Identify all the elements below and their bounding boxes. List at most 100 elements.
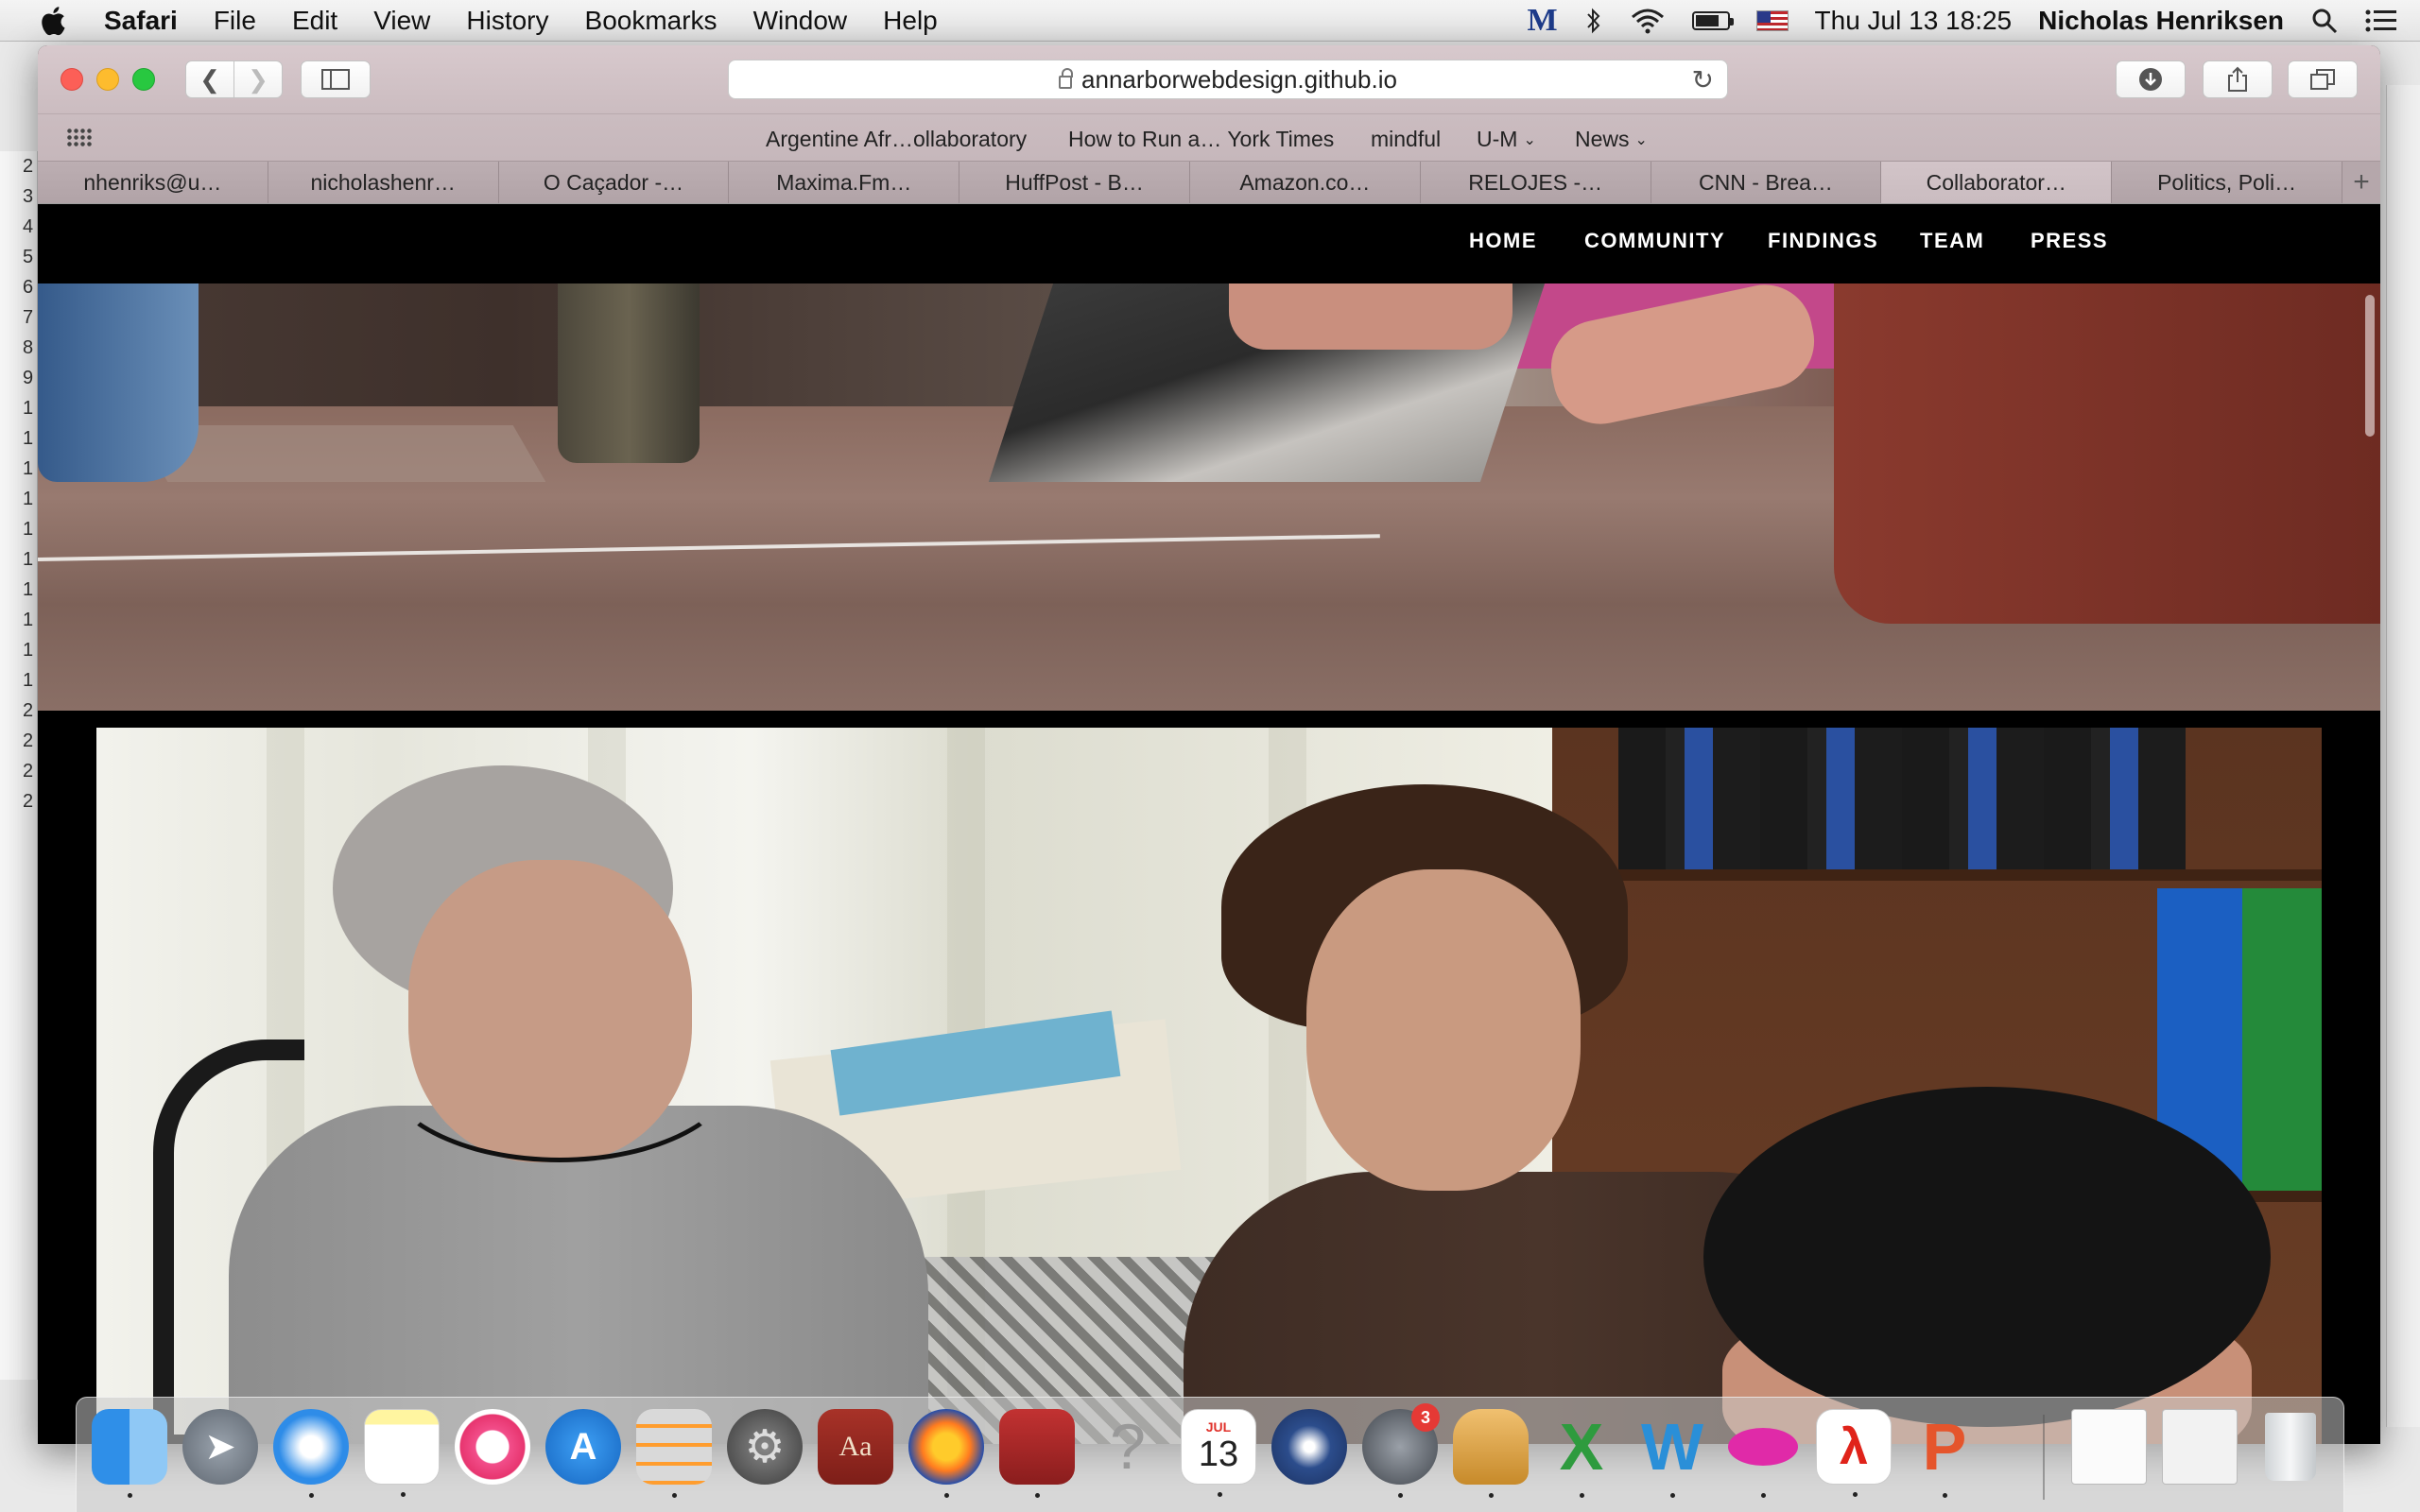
nav-link-findings[interactable]: FINDINGS <box>1768 229 1878 253</box>
powerpoint-icon[interactable]: P <box>1907 1409 1982 1498</box>
nav-link-team[interactable]: TEAM <box>1920 229 1984 253</box>
share-button[interactable] <box>2203 60 2273 98</box>
michigan-m-icon[interactable]: M <box>1527 3 1557 39</box>
notification-app-icon[interactable]: 3 <box>1362 1403 1440 1498</box>
tab[interactable]: nicholashenr… <box>268 162 499 203</box>
wifi-icon[interactable] <box>1630 8 1666 34</box>
menu-view[interactable]: View <box>373 6 430 36</box>
background-row-label: 3 <box>23 186 34 207</box>
excel-icon[interactable]: X <box>1544 1409 1619 1498</box>
input-source-flag-icon[interactable] <box>1755 10 1789 31</box>
acrobat-a-icon: λ <box>1839 1418 1869 1475</box>
favorite-item[interactable]: mindful <box>1371 127 1441 152</box>
show-all-tabs-button[interactable] <box>2288 60 2358 98</box>
word-w-icon: W <box>1640 1410 1704 1484</box>
background-row-label: 1 <box>23 549 34 570</box>
photo-booth-icon[interactable] <box>999 1409 1075 1498</box>
tab[interactable]: HuffPost - B… <box>959 162 1190 203</box>
battery-icon[interactable] <box>1691 11 1734 30</box>
background-row-label: 1 <box>23 610 34 630</box>
status-area: M Thu Jul 13 18:25 Nicholas Henriksen <box>1500 0 2397 42</box>
menu-history[interactable]: History <box>466 6 548 36</box>
word-icon[interactable]: W <box>1634 1409 1710 1498</box>
menu-app-safari[interactable]: Safari <box>104 6 178 36</box>
tab-active[interactable]: Collaborator… <box>1881 162 2113 203</box>
background-window-edge <box>2386 85 2420 1427</box>
calculator-icon[interactable] <box>636 1409 712 1498</box>
tab[interactable]: Maxima.Fm… <box>729 162 960 203</box>
dock: ➤ A ⚙ Aa ? JUL 13 3 X W λ P <box>76 1397 2344 1512</box>
bottle-app-icon[interactable] <box>1453 1409 1529 1498</box>
dictionary-icon[interactable]: Aa <box>818 1409 893 1485</box>
minimize-window-button[interactable] <box>96 68 119 91</box>
download-icon <box>2139 68 2162 91</box>
firefox-icon[interactable] <box>908 1409 984 1498</box>
back-button[interactable]: ❮ <box>185 60 234 98</box>
favorite-item[interactable]: How to Run a… York Times <box>1068 127 1334 152</box>
nav-link-press[interactable]: PRESS <box>2031 229 2108 253</box>
nav-link-home[interactable]: HOME <box>1469 229 1537 253</box>
background-spreadsheet-row-headers: 2 3 4 5 6 7 8 9 1 1 1 1 1 1 1 1 1 1 2 2 2 2 <box>0 151 38 1380</box>
globe-app-icon[interactable] <box>1271 1409 1347 1485</box>
new-tab-button[interactable]: + <box>2342 162 2380 203</box>
reload-icon[interactable]: ↻ <box>1692 64 1714 95</box>
notification-center-icon[interactable] <box>2365 9 2397 33</box>
launchpad-icon[interactable]: ➤ <box>182 1409 258 1485</box>
tab[interactable]: Amazon.co… <box>1189 162 1421 203</box>
itunes-icon[interactable] <box>455 1409 530 1485</box>
unknown-app-icon[interactable]: ? <box>1090 1409 1166 1485</box>
background-row-label: 5 <box>23 247 34 267</box>
safari-icon[interactable] <box>273 1409 349 1498</box>
sidebar-icon <box>321 69 350 90</box>
notes-icon[interactable] <box>364 1409 440 1497</box>
menu-file[interactable]: File <box>214 6 256 36</box>
menu-user-name[interactable]: Nicholas Henriksen <box>2038 6 2284 36</box>
address-bar[interactable]: annarborwebdesign.github.io ↻ <box>728 60 1728 99</box>
menu-clock[interactable]: Thu Jul 13 18:25 <box>1815 6 2013 36</box>
safari-window: ❮ ❯ annarborwebdesign.github.io ↻ Argent… <box>38 45 2380 1444</box>
finder-icon[interactable] <box>92 1409 167 1498</box>
favorite-folder-news[interactable]: News ⌄ <box>1575 127 1648 152</box>
calendar-month: JUL <box>1205 1418 1232 1435</box>
menu-bookmarks[interactable]: Bookmarks <box>585 6 717 36</box>
chevron-down-icon: ⌄ <box>1523 132 1536 148</box>
trash-icon[interactable] <box>2253 1409 2328 1485</box>
menu-help[interactable]: Help <box>883 6 938 36</box>
page-scrollbar[interactable] <box>2365 295 2375 437</box>
sidebar-toggle-button[interactable] <box>301 60 371 98</box>
background-row-label: 9 <box>23 368 34 388</box>
tab[interactable]: nhenriks@u… <box>38 162 268 203</box>
lips-app-icon[interactable] <box>1725 1409 1801 1498</box>
favorite-folder-um[interactable]: U-M ⌄ <box>1477 127 1536 152</box>
tab[interactable]: Politics, Poli… <box>2112 162 2342 203</box>
dock-separator <box>2043 1415 2045 1500</box>
app-store-icon[interactable]: A <box>545 1409 621 1485</box>
menu-bar: Safari File Edit View History Bookmarks … <box>0 0 2420 42</box>
docx-document-icon[interactable] <box>2071 1409 2147 1485</box>
tab[interactable]: CNN - Brea… <box>1651 162 1882 203</box>
tab-bar: nhenriks@u… nicholashenr… O Caçador -… M… <box>38 161 2380 204</box>
tab[interactable]: O Caçador -… <box>498 162 730 203</box>
calendar-icon[interactable]: JUL 13 <box>1181 1409 1256 1497</box>
nav-link-community[interactable]: COMMUNITY <box>1584 229 1725 253</box>
close-window-button[interactable] <box>60 68 83 91</box>
downloads-button[interactable] <box>2116 60 2186 98</box>
spotlight-search-icon[interactable] <box>2310 7 2339 35</box>
background-row-label: 6 <box>23 277 34 298</box>
fullscreen-window-button[interactable] <box>132 68 155 91</box>
menu-edit[interactable]: Edit <box>292 6 337 36</box>
menu-window[interactable]: Window <box>753 6 848 36</box>
background-row-label: 2 <box>23 791 34 812</box>
favorite-item[interactable]: Argentine Afr…ollaboratory <box>766 127 1027 152</box>
address-url: annarborwebdesign.github.io <box>1081 64 1397 94</box>
downloads-stack-icon[interactable] <box>2162 1409 2238 1485</box>
top-sites-grid-icon[interactable] <box>66 128 93 146</box>
system-preferences-icon[interactable]: ⚙ <box>727 1409 803 1485</box>
rocket-icon: ➤ <box>204 1426 236 1468</box>
forward-button[interactable]: ❯ <box>233 60 283 98</box>
acrobat-icon[interactable]: λ <box>1816 1409 1892 1497</box>
tab[interactable]: RELOJES -… <box>1420 162 1651 203</box>
bluetooth-icon[interactable] <box>1584 7 1603 35</box>
share-icon <box>2228 66 2247 92</box>
apple-menu-icon[interactable] <box>38 4 72 38</box>
